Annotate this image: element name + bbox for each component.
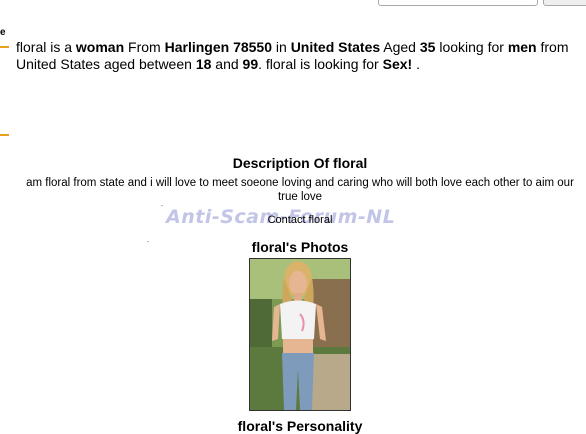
description-text: am floral from state and i will love to … [26, 177, 574, 203]
personality-heading: floral's Personality [237, 418, 363, 434]
profile-seeking: men [507, 39, 537, 55]
profile-city: Harlingen 78550 [164, 39, 272, 55]
profile-summary: floral is a woman From Harlingen 78550 i… [16, 39, 569, 72]
profile-gender: woman [75, 39, 125, 55]
description-heading: Description Of floral [232, 155, 368, 171]
profile-intent: Sex! [382, 56, 413, 72]
bullet-dash [0, 46, 9, 48]
profile-age: 35 [419, 39, 436, 55]
profile-country: United States [290, 39, 381, 55]
profile-seeking-from: United States [16, 56, 101, 72]
decorative-dot [161, 205, 163, 206]
contact-link[interactable]: Contact floral [0, 214, 586, 226]
edge-text: e [0, 27, 6, 38]
search-button[interactable] [543, 0, 586, 6]
search-input[interactable] [378, 0, 538, 6]
profile-age-max: 99 [242, 56, 259, 72]
profile-age-min: 18 [195, 56, 212, 72]
bullet-dash [0, 134, 9, 136]
profile-photo[interactable] [249, 258, 351, 411]
photos-heading: floral's Photos [251, 239, 349, 255]
